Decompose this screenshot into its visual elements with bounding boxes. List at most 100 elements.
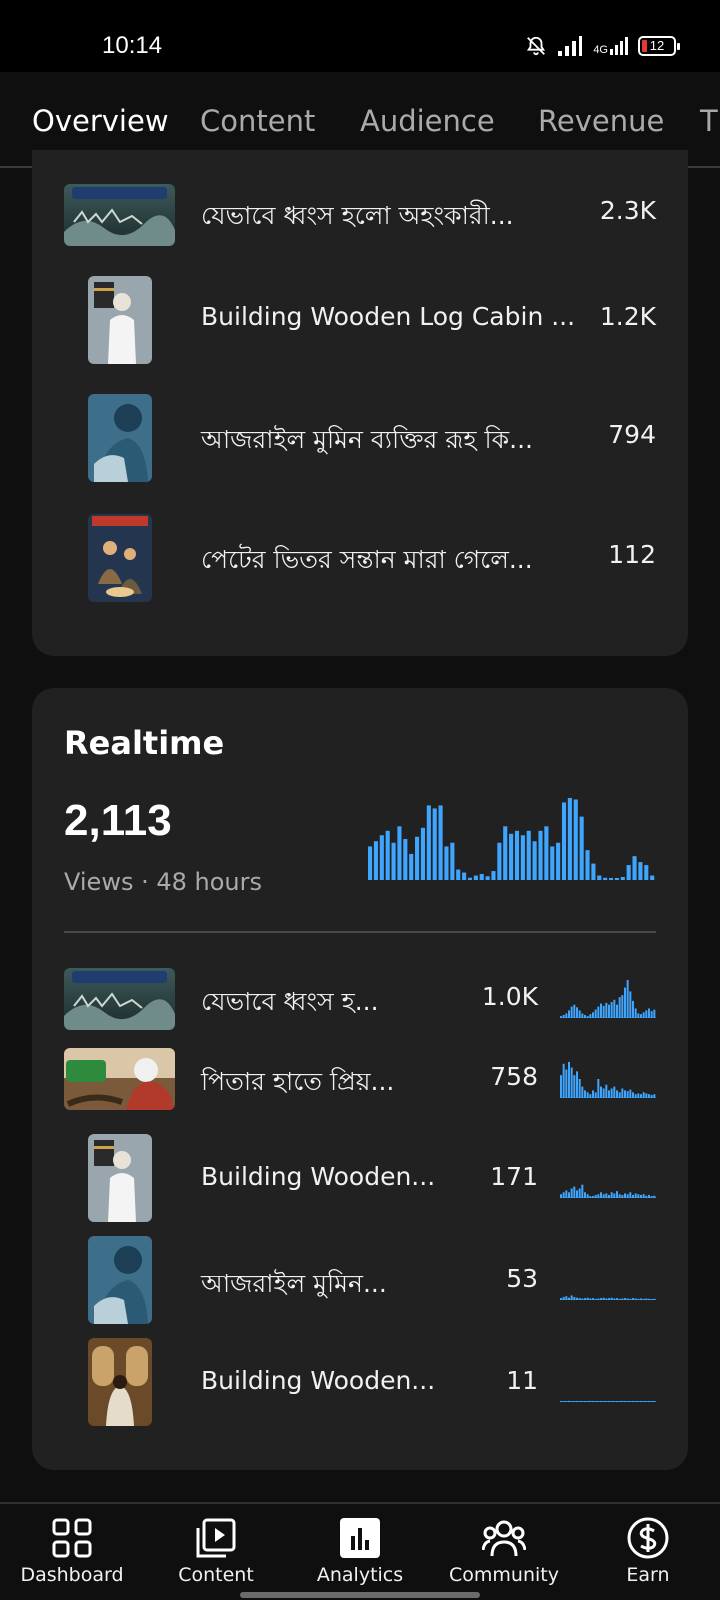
- sparkline-bar: [568, 1297, 570, 1300]
- realtime-bar: [650, 875, 655, 880]
- video-thumbnail: [88, 514, 152, 602]
- realtime-bar: [632, 856, 637, 880]
- nav-content[interactable]: Content: [144, 1504, 288, 1600]
- top-content-row[interactable]: Building Wooden Log Cabin ... 1.2K: [32, 274, 688, 364]
- sparkline-bar: [602, 1005, 605, 1018]
- sparkline-bar: [570, 1067, 573, 1098]
- tab-revenue[interactable]: Revenue: [538, 104, 664, 138]
- sparkline-bar: [592, 1196, 594, 1198]
- tab-overview[interactable]: Overview: [32, 104, 169, 138]
- tab-next[interactable]: T: [700, 104, 718, 138]
- sparkline-bar: [645, 1401, 648, 1402]
- sparkline-bar: [632, 1401, 634, 1402]
- status-time: 10:14: [102, 32, 163, 59]
- sparkline-bar: [589, 1014, 592, 1018]
- realtime-bar: [620, 877, 625, 880]
- video-title: Building Wooden...: [201, 1366, 436, 1395]
- realtime-bar: [509, 833, 514, 880]
- sparkline-bar: [650, 1401, 653, 1402]
- sparkline-bar: [637, 1194, 640, 1198]
- realtime-card[interactable]: Realtime 2,113 Views · 48 hours যেভাবে ধ…: [32, 688, 688, 1470]
- sparkline-bar: [626, 1401, 629, 1402]
- video-thumbnail: [88, 1236, 152, 1324]
- sparkline-bar: [618, 997, 621, 1018]
- sparkline-bar: [570, 1401, 573, 1402]
- sparkline-bar: [640, 1194, 642, 1198]
- sparkline-chart: [560, 1400, 656, 1402]
- realtime-bar: [391, 842, 396, 880]
- sparkline-bar: [570, 1295, 573, 1300]
- sparkline-bar: [602, 1297, 605, 1300]
- sparkline-bar: [645, 1195, 648, 1198]
- sparkline-bar: [632, 1298, 634, 1300]
- nav-analytics[interactable]: Analytics: [288, 1504, 432, 1600]
- sparkline-bar: [626, 1091, 629, 1098]
- sparkline-bar: [576, 1297, 578, 1300]
- realtime-bar: [550, 846, 555, 880]
- sparkline-bar: [624, 1090, 626, 1098]
- sparkline-bar: [624, 1193, 626, 1198]
- realtime-row[interactable]: পিতার হাতে প্রিয়... 758: [32, 1048, 688, 1112]
- realtime-row[interactable]: যেভাবে ধ্বংস হ... 1.0K: [32, 968, 688, 1032]
- sparkline-bar: [616, 1401, 618, 1402]
- sparkline-bar: [600, 1003, 602, 1018]
- sparkline-bar: [605, 1002, 608, 1018]
- sparkline-bar: [645, 1093, 648, 1098]
- realtime-bar: [444, 846, 449, 880]
- sparkline-bar: [592, 1401, 594, 1402]
- realtime-bar: [603, 877, 608, 880]
- realtime-bar: [385, 830, 390, 880]
- sparkline-bar: [648, 1194, 650, 1198]
- realtime-caption: Views · 48 hours: [64, 868, 262, 896]
- sparkline-bar: [626, 1194, 629, 1198]
- realtime-row[interactable]: আজরাইল মুমিন... 53: [32, 1236, 688, 1326]
- sparkline-bar: [634, 1008, 637, 1018]
- sparkline-bar: [586, 1016, 589, 1018]
- nav-dashboard[interactable]: Dashboard: [0, 1504, 144, 1600]
- sparkline-bar: [637, 1013, 640, 1018]
- sparkline-chart: [560, 980, 656, 1018]
- status-icons: 4G 12: [525, 34, 680, 58]
- realtime-title: Realtime: [64, 724, 225, 762]
- realtime-bar: [379, 835, 384, 880]
- sparkline-bar: [581, 1184, 584, 1198]
- top-content-row[interactable]: আজরাইল মুমিন ব্যক্তির রূহ কি... 794: [32, 394, 688, 484]
- realtime-bar: [597, 875, 602, 880]
- sparkline-bar: [648, 1008, 650, 1018]
- sparkline-bar: [565, 1190, 568, 1198]
- network-label: 4G: [593, 44, 608, 56]
- realtime-bar: [532, 841, 537, 880]
- sparkline-bar: [576, 1401, 578, 1402]
- realtime-bar: [467, 877, 473, 880]
- realtime-bar: [438, 805, 443, 880]
- sparkline-bar: [621, 1298, 624, 1300]
- sparkline-chart: [560, 1295, 656, 1300]
- sparkline-bar: [613, 1193, 616, 1198]
- sparkline-bar: [592, 1012, 594, 1018]
- tab-audience[interactable]: Audience: [360, 104, 495, 138]
- tab-content[interactable]: Content: [200, 104, 315, 138]
- top-content-row[interactable]: যেভাবে ধ্বংস হলো অহংকারী... 2.3K: [32, 170, 688, 260]
- video-title: আজরাইল মুমিন ব্যক্তির রূহ কি...: [201, 425, 533, 454]
- video-thumbnail: [88, 1338, 152, 1426]
- top-content-row[interactable]: পেটের ভিতর সন্তান মারা গেলে... 112: [32, 514, 688, 604]
- sparkline-bar: [594, 1298, 597, 1300]
- video-thumbnail: [64, 1048, 175, 1110]
- sparkline-bar: [648, 1094, 650, 1098]
- nav-earn[interactable]: Earn: [576, 1504, 720, 1600]
- realtime-views-count: 2,113: [64, 796, 172, 845]
- video-views: 794: [608, 420, 656, 449]
- nav-community[interactable]: Community: [432, 1504, 576, 1600]
- sparkline-bar: [592, 1090, 594, 1098]
- realtime-bar: [497, 842, 502, 880]
- sparkline-bar: [642, 1194, 645, 1198]
- realtime-row[interactable]: Building Wooden... 171: [32, 1134, 688, 1224]
- sparkline-bar: [594, 1009, 597, 1018]
- sparkline-bar: [648, 1401, 650, 1402]
- sparkline-bar: [565, 1069, 568, 1098]
- sparkline-bar: [634, 1094, 637, 1098]
- sparkline-bar: [578, 1401, 581, 1402]
- realtime-bar: [579, 816, 584, 880]
- realtime-row[interactable]: Building Wooden... 11: [32, 1338, 688, 1428]
- sparkline-bar: [600, 1298, 602, 1300]
